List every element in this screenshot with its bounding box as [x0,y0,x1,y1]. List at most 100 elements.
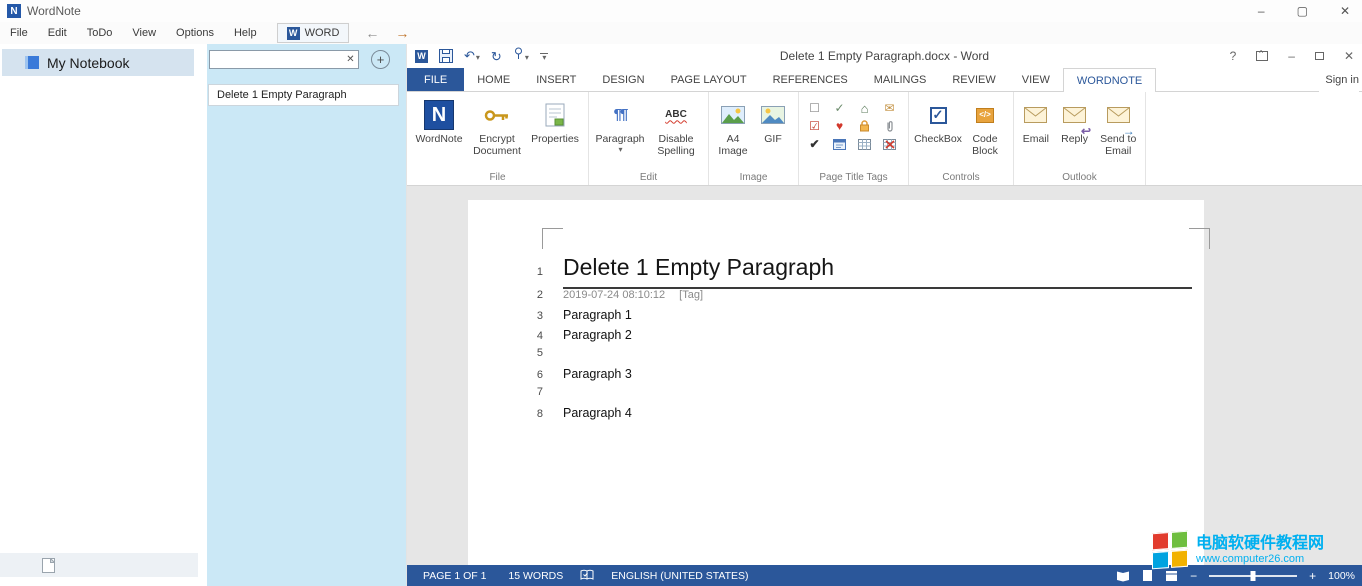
tab-wordnote[interactable]: WORDNOTE [1063,68,1156,92]
word-count[interactable]: 15 WORDS [497,570,574,582]
tag-heart-icon[interactable]: ♥ [836,120,843,132]
doc-paragraph[interactable]: Paragraph 1 [563,308,632,322]
word-minimize-button[interactable]: – [1288,49,1295,63]
tab-mailings[interactable]: MAILINGS [861,68,940,91]
word-close-button[interactable]: ✕ [1344,49,1354,63]
doc-paragraph[interactable]: Paragraph 4 [563,406,632,420]
help-button[interactable]: ? [1230,49,1237,63]
add-page-button[interactable]: + [371,50,390,69]
app-maximize-button[interactable]: ▢ [1297,4,1308,18]
search-row: ✕ + [209,50,390,69]
doc-line-8: 8 Paragraph 4 [525,406,632,420]
email-button[interactable]: Email [1017,94,1055,145]
ribbon-group-file: N WordNote Encrypt Document [407,92,589,185]
menu-help[interactable]: Help [224,27,267,39]
language-indicator[interactable]: ENGLISH (UNITED STATES) [600,570,759,582]
checkbox-control-button[interactable]: ✓ CheckBox [912,94,964,145]
doc-paragraph[interactable]: Paragraph 3 [563,367,632,381]
tag-checked-box-icon[interactable]: ☑ [809,120,820,132]
tag-table-delete-icon[interactable] [883,139,896,150]
redo-icon[interactable]: ↻ [491,50,502,63]
watermark-logo-blue-square [1152,551,1169,569]
reply-arrow-icon: ↩ [1081,125,1091,137]
ribbon-spacer [1146,92,1362,185]
document-page[interactable]: 1 Delete 1 Empty Paragraph 2 2019-07-24 … [468,200,1204,565]
customize-qat-button[interactable]: ▾ [540,53,548,60]
doc-paragraph[interactable]: Paragraph 2 [563,328,632,342]
menu-edit[interactable]: Edit [38,27,77,39]
touch-mode-button[interactable]: ▾ [513,47,529,65]
a4-image-button[interactable]: A4 Image [712,94,754,157]
proofing-icon[interactable] [580,569,594,582]
doc-title-text[interactable]: Delete 1 Empty Paragraph [563,254,834,281]
nav-back-arrow[interactable]: ← [365,25,379,41]
wordnote-button[interactable]: N WordNote [410,94,468,145]
web-layout-icon[interactable] [1165,570,1178,582]
encrypt-document-button[interactable]: Encrypt Document [468,94,526,157]
tag-attachment-icon[interactable] [886,120,894,133]
tag-table-icon[interactable] [858,139,871,150]
save-icon[interactable] [439,49,453,63]
tag-lock-icon[interactable] [859,120,870,132]
read-mode-icon[interactable] [1116,570,1130,582]
word-maximize-button[interactable] [1315,52,1324,60]
send-to-email-button[interactable]: → Send to Email [1094,94,1142,157]
properties-button[interactable]: Properties [526,94,584,145]
new-page-icon[interactable] [42,558,55,573]
app-minimize-button[interactable]: – [1258,4,1265,18]
page-item-label: Delete 1 Empty Paragraph [217,89,347,101]
zoom-slider-thumb[interactable] [1251,571,1256,581]
tag-mail-icon[interactable]: ✉ [884,102,894,114]
tag-home-icon[interactable]: ⌂ [861,102,869,115]
tab-file[interactable]: FILE [407,68,464,91]
doc-timestamp[interactable]: 2019-07-24 08:10:12 [563,289,665,301]
code-block-button[interactable]: </> Code Block [964,94,1006,157]
ribbon-display-options-icon[interactable] [1256,51,1268,61]
undo-button[interactable]: ↶▾ [464,47,480,65]
tab-home[interactable]: HOME [464,68,523,91]
notebook-header[interactable]: My Notebook [2,49,194,76]
tag-bold-check-icon[interactable]: ✔ [809,138,819,150]
menu-options[interactable]: Options [166,27,224,39]
word-document-tab[interactable]: W WORD [277,23,350,43]
group-label-file: File [407,172,588,183]
paragraph-button[interactable]: ¶¶ Paragraph ▾ [592,94,648,154]
tab-design[interactable]: DESIGN [589,68,657,91]
word-window: Delete 1 Empty Paragraph.docx - Word W ↶… [406,44,1362,586]
ribbon-group-page-title-tags: ☐ ✓ ⌂ ✉ ☑ ♥ ✔ [799,92,909,185]
tab-review[interactable]: REVIEW [939,68,1008,91]
search-input[interactable] [210,54,343,66]
menu-file[interactable]: File [0,27,38,39]
margin-mark-top-left [542,228,563,249]
zoom-out-button[interactable]: − [1190,569,1197,583]
nav-forward-arrow[interactable]: → [395,25,409,41]
doc-line-5: 5 [525,347,563,359]
tag-date-icon[interactable] [833,138,846,150]
page-list-item[interactable]: Delete 1 Empty Paragraph [208,84,399,106]
print-layout-icon[interactable] [1142,569,1153,582]
menu-view[interactable]: View [122,27,166,39]
doc-tag[interactable]: [Tag] [679,289,703,301]
reply-button[interactable]: ↩ Reply [1055,94,1095,145]
gif-button[interactable]: GIF [754,94,792,145]
quick-access-toolbar: Delete 1 Empty Paragraph.docx - Word W ↶… [407,44,1362,68]
zoom-slider[interactable] [1209,575,1297,577]
tab-view[interactable]: VIEW [1009,68,1063,91]
disable-spelling-button[interactable]: ABC Disable Spelling [648,94,704,157]
zoom-level[interactable]: 100% [1328,570,1355,582]
notebook-icon [25,56,39,69]
tab-references[interactable]: REFERENCES [760,68,861,91]
line-number: 2 [525,289,543,301]
watermark: 电脑软硬件教程网 www.computer26.com [1152,532,1324,568]
tag-check-icon[interactable]: ✓ [834,102,844,114]
zoom-in-button[interactable]: + [1309,569,1316,583]
tag-checkbox-icon[interactable]: ☐ [809,102,820,114]
app-close-button[interactable]: ✕ [1340,4,1350,18]
sign-in-link[interactable]: Sign in [1319,68,1359,92]
tab-page-layout[interactable]: PAGE LAYOUT [658,68,760,91]
menu-todo[interactable]: ToDo [77,27,123,39]
search-clear-icon[interactable]: ✕ [343,54,358,65]
page-count[interactable]: PAGE 1 OF 1 [412,570,497,582]
tab-insert[interactable]: INSERT [523,68,589,91]
notebook-bottom-bar [0,553,198,577]
